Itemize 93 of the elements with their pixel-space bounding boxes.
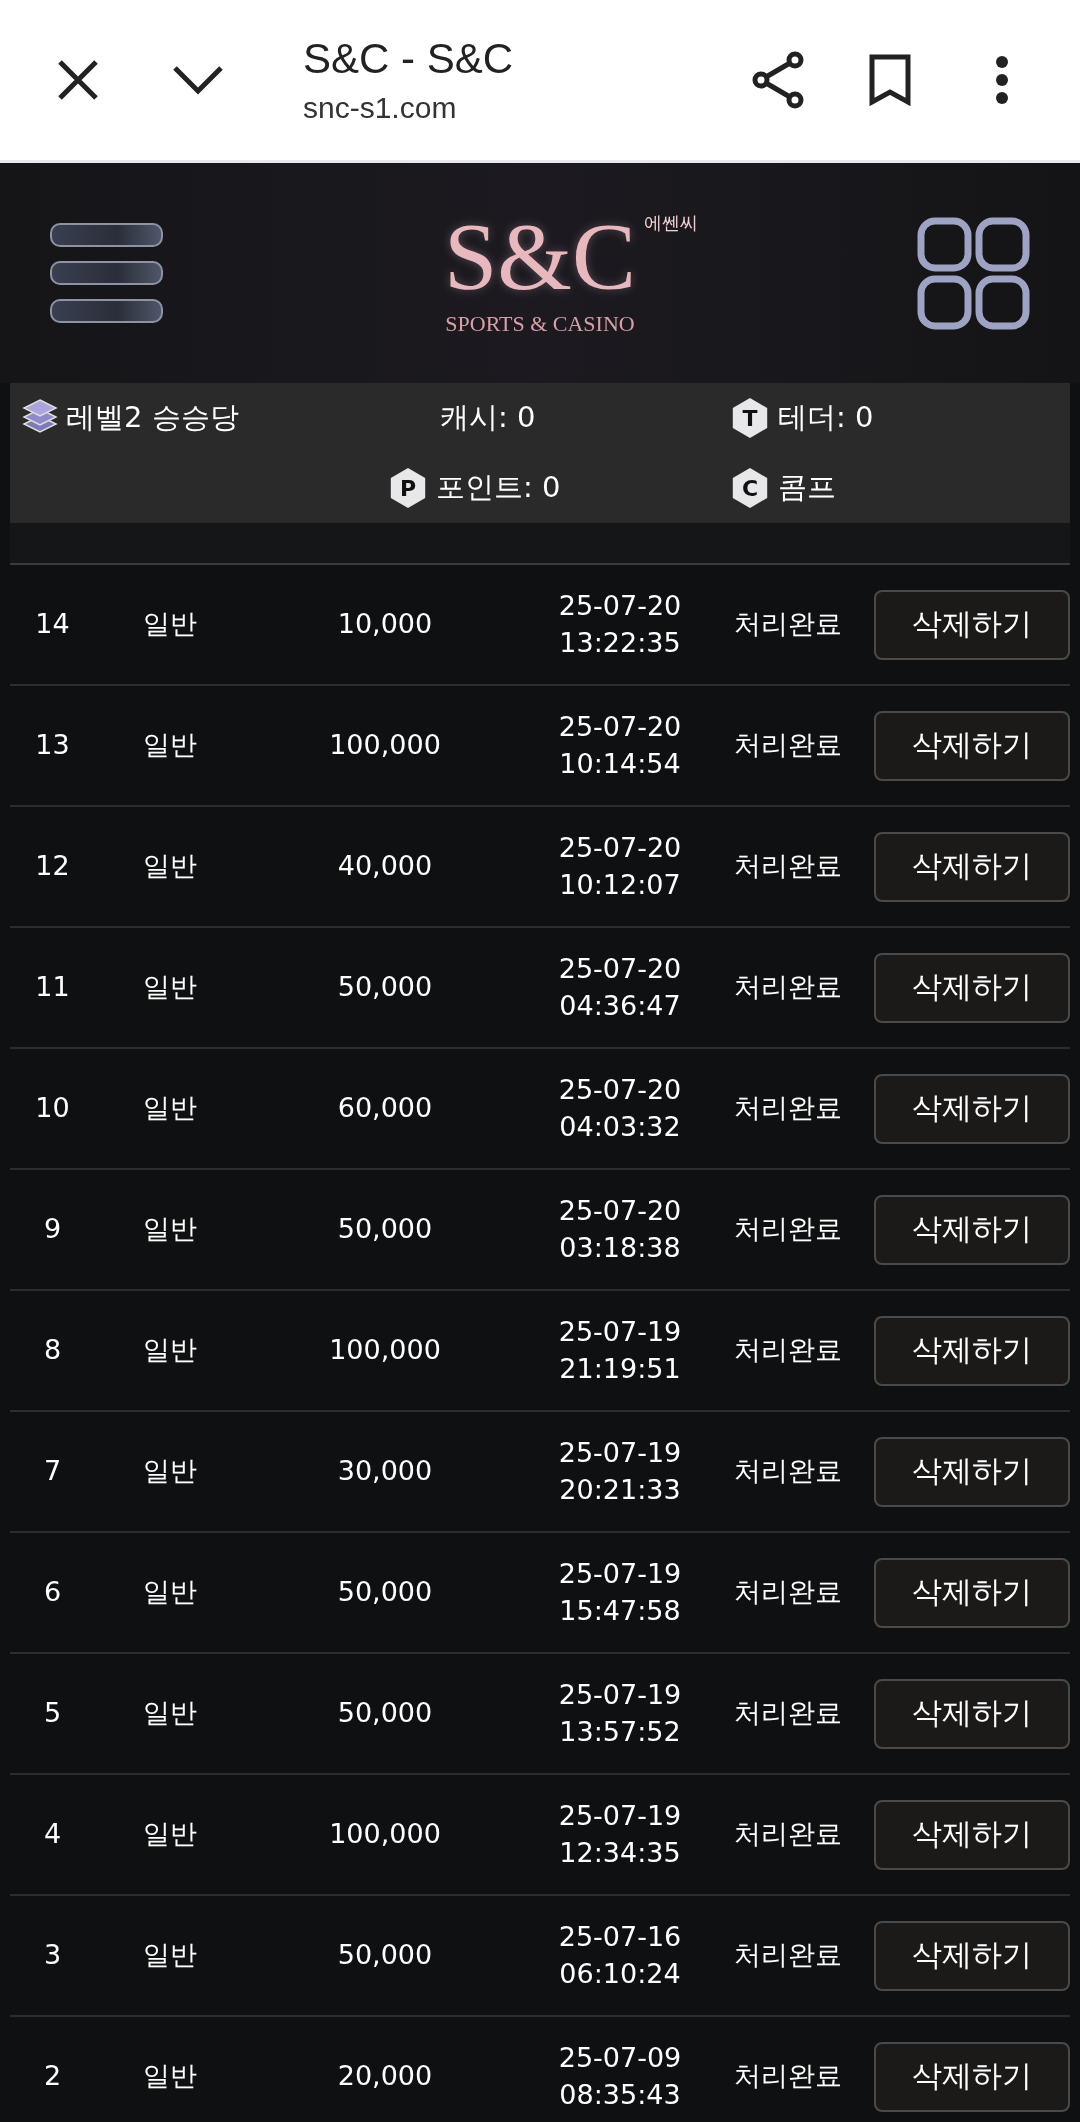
comp-badge: C — [730, 468, 770, 508]
logo-tagline: SPORTS & CASINO — [445, 311, 635, 337]
cash-label: 캐시: 0 — [440, 399, 536, 436]
datetime-cell-text: 25-07-20 10:14:54 — [557, 710, 683, 781]
number-cell-text: 2 — [42, 2059, 63, 2094]
logo-mark: S&C — [443, 209, 637, 305]
type-cell-text: 일반 — [142, 2059, 198, 2094]
level-label: 레벨2 승승당 — [66, 399, 239, 436]
type-cell-text: 일반 — [142, 1333, 198, 1368]
logo-korean: 에쎈씨 — [644, 211, 699, 235]
delete-button[interactable]: 삭제하기 — [874, 1194, 1070, 1265]
amount-cell-text: 100,000 — [328, 1333, 442, 1368]
delete-button[interactable]: 삭제하기 — [874, 1799, 1070, 1870]
datetime-cell-text: 25-07-20 10:12:07 — [557, 831, 683, 902]
delete-button[interactable]: 삭제하기 — [874, 1436, 1070, 1507]
status-cell-text: 처리완료 — [732, 2059, 843, 2094]
datetime-cell-text: 25-07-20 04:36:47 — [557, 952, 683, 1023]
number-cell-text: 14 — [34, 607, 71, 642]
delete-button[interactable]: 삭제하기 — [874, 589, 1070, 660]
datetime-cell-text: 25-07-20 04:03:32 — [557, 1073, 683, 1144]
amount-cell-text: 50,000 — [336, 1696, 434, 1731]
status-cell-text: 처리완료 — [732, 1091, 843, 1126]
type-cell-text: 일반 — [142, 1212, 198, 1247]
amount-cell-text: 50,000 — [336, 1212, 434, 1247]
number-cell-text: 6 — [42, 1575, 63, 1610]
number-cell-text: 8 — [42, 1333, 63, 1368]
datetime-cell-text: 25-07-19 15:47:58 — [557, 1557, 683, 1628]
number-cell-text: 11 — [34, 970, 71, 1005]
status-cell-text: 처리완료 — [732, 607, 843, 642]
status-cell-text: 처리완료 — [732, 728, 843, 763]
delete-button[interactable]: 삭제하기 — [874, 1315, 1070, 1386]
type-cell-text: 일반 — [142, 607, 198, 642]
number-cell-text: 4 — [42, 1817, 63, 1852]
datetime-cell-text: 25-07-19 13:57:52 — [557, 1678, 683, 1749]
delete-button[interactable]: 삭제하기 — [874, 831, 1070, 902]
amount-cell-text: 20,000 — [336, 2059, 434, 2094]
number-cell-text: 3 — [42, 1938, 63, 1973]
type-cell-text: 일반 — [142, 1454, 198, 1489]
number-cell-text: 9 — [42, 1212, 63, 1247]
amount-cell-text: 40,000 — [336, 849, 434, 884]
number-cell-text: 7 — [42, 1454, 63, 1489]
point-label: 포인트: 0 — [436, 469, 561, 506]
status-cell-text: 처리완료 — [732, 849, 843, 884]
type-cell-text: 일반 — [142, 1817, 198, 1852]
type-cell-text: 일반 — [142, 1575, 198, 1610]
datetime-cell-text: 25-07-19 20:21:33 — [557, 1436, 683, 1507]
datetime-cell-text: 25-07-19 21:19:51 — [557, 1315, 683, 1386]
type-cell-text: 일반 — [142, 1696, 198, 1731]
status-cell-text: 처리완료 — [732, 1454, 843, 1489]
page-url: snc-s1.com — [303, 91, 458, 125]
type-cell-text: 일반 — [142, 970, 198, 1005]
status-cell-text: 처리완료 — [732, 1212, 843, 1247]
datetime-cell-text: 25-07-20 03:18:38 — [557, 1194, 683, 1265]
amount-cell-text: 30,000 — [336, 1454, 434, 1489]
datetime-cell-text: 25-07-19 12:34:35 — [557, 1799, 683, 1870]
type-cell-text: 일반 — [142, 1938, 198, 1973]
delete-button[interactable]: 삭제하기 — [874, 1920, 1070, 1991]
comp-link[interactable]: 콤프 — [778, 468, 836, 508]
menu-icon[interactable] — [50, 223, 163, 323]
number-cell-text: 13 — [34, 728, 71, 763]
tether-label: 테더: 0 — [778, 399, 874, 436]
delete-button[interactable]: 삭제하기 — [874, 1678, 1070, 1749]
amount-cell-text: 50,000 — [336, 970, 434, 1005]
status-cell-text: 처리완료 — [732, 1333, 843, 1368]
page-title: S&C - S&C — [303, 35, 515, 83]
status-cell-text: 처리완료 — [732, 1696, 843, 1731]
status-cell-text: 처리완료 — [732, 1817, 843, 1852]
point-badge: P — [388, 468, 428, 508]
datetime-cell-text: 25-07-20 13:22:35 — [557, 589, 683, 660]
type-cell-text: 일반 — [142, 728, 198, 763]
number-cell-text: 12 — [34, 849, 71, 884]
amount-cell-text: 60,000 — [336, 1091, 434, 1126]
status-cell-text: 처리완료 — [732, 1575, 843, 1610]
amount-cell-text: 10,000 — [336, 607, 434, 642]
amount-cell-text: 100,000 — [328, 1817, 442, 1852]
type-cell-text: 일반 — [142, 1091, 198, 1126]
delete-button[interactable]: 삭제하기 — [874, 710, 1070, 781]
tether-badge: T — [730, 398, 770, 438]
amount-cell-text: 50,000 — [336, 1575, 434, 1610]
delete-button[interactable]: 삭제하기 — [874, 1557, 1070, 1628]
status-cell-text: 처리완료 — [732, 970, 843, 1005]
delete-button[interactable]: 삭제하기 — [874, 1073, 1070, 1144]
delete-button[interactable]: 삭제하기 — [874, 952, 1070, 1023]
datetime-cell-text: 25-07-16 06:10:24 — [557, 1920, 683, 1991]
type-cell-text: 일반 — [142, 849, 198, 884]
number-cell-text: 5 — [42, 1696, 63, 1731]
delete-button[interactable]: 삭제하기 — [874, 2041, 1070, 2112]
amount-cell-text: 100,000 — [328, 728, 442, 763]
number-cell-text: 10 — [34, 1091, 71, 1126]
amount-cell-text: 50,000 — [336, 1938, 434, 1973]
datetime-cell-text: 25-07-09 08:35:43 — [557, 2041, 683, 2112]
status-cell-text: 처리완료 — [732, 1938, 843, 1973]
grid-icon[interactable] — [917, 216, 1030, 330]
